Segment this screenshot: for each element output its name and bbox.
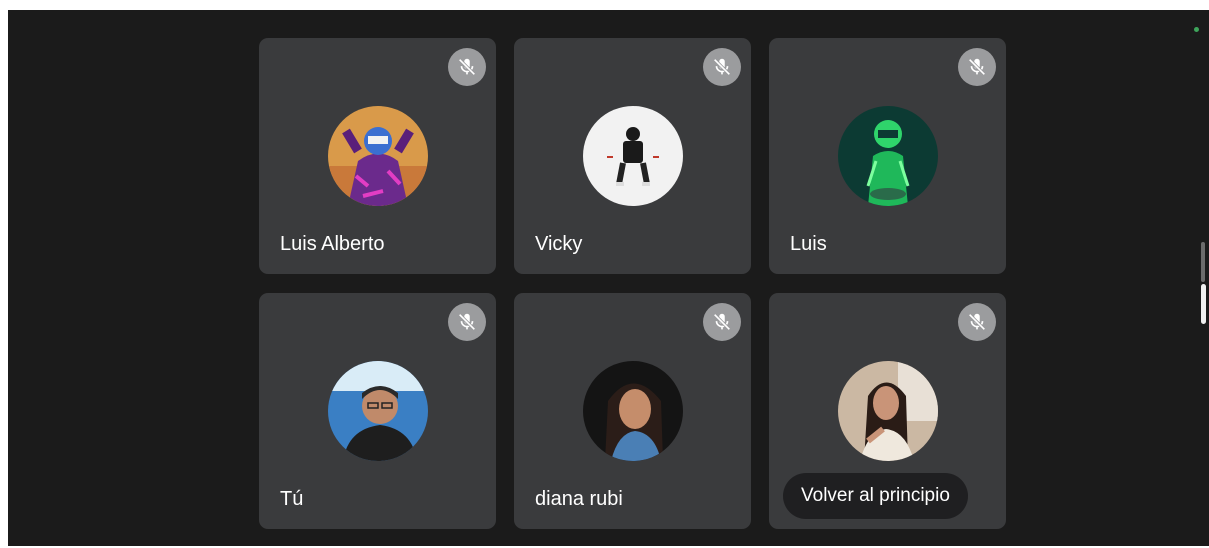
- avatar: [328, 361, 428, 461]
- scrollbar-thumb[interactable]: [1201, 284, 1206, 324]
- avatar: [583, 361, 683, 461]
- participant-tile[interactable]: diana rubi: [514, 293, 751, 529]
- avatar: [328, 106, 428, 206]
- mic-off-icon: [448, 303, 486, 341]
- mic-off-icon: [958, 48, 996, 86]
- mic-off-icon: [958, 303, 996, 341]
- mic-off-icon: [703, 48, 741, 86]
- participant-grid: Luis Alberto Vicky Luis Tú diana rubi Vo…: [259, 38, 1006, 529]
- participant-name: Luis: [790, 233, 827, 255]
- participant-name: Tú: [280, 488, 304, 510]
- back-to-top-button[interactable]: Volver al principio: [783, 473, 968, 519]
- participant-tile[interactable]: Tú: [259, 293, 496, 529]
- scrollbar-track[interactable]: [1201, 242, 1205, 282]
- participant-name: Luis Alberto: [280, 233, 385, 255]
- mic-off-icon: [703, 303, 741, 341]
- participant-name: Vicky: [535, 233, 583, 255]
- meeting-stage: Luis Alberto Vicky Luis Tú diana rubi Vo…: [8, 10, 1209, 546]
- status-indicator: [1194, 27, 1199, 32]
- avatar: [583, 106, 683, 206]
- participant-tile[interactable]: Luis Alberto: [259, 38, 496, 274]
- avatar: [838, 361, 938, 461]
- participant-tile[interactable]: Vicky: [514, 38, 751, 274]
- participant-tile[interactable]: Volver al principio: [769, 293, 1006, 529]
- participant-tile[interactable]: Luis: [769, 38, 1006, 274]
- avatar: [838, 106, 938, 206]
- mic-off-icon: [448, 48, 486, 86]
- participant-name: diana rubi: [535, 488, 623, 510]
